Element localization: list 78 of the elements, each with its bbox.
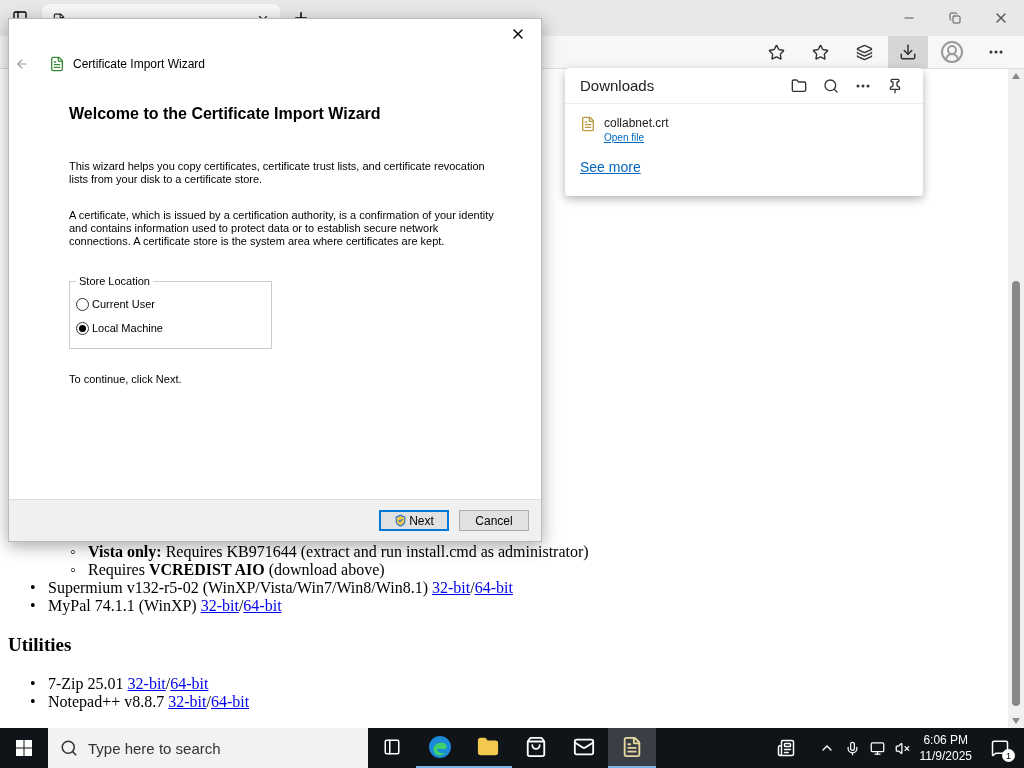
download-link[interactable]: 32-bit	[127, 675, 166, 692]
link-separator: /	[165, 675, 171, 692]
list-bullet: •	[30, 597, 37, 615]
instruction-text: To continue, click Next.	[69, 373, 183, 386]
description-text: This wizard helps you copy certificates, certificate trust lists, and certificate revocation lists from your disk to a certificate store.	[69, 160, 486, 186]
folder-icon	[791, 77, 807, 94]
download-link[interactable]: 64-bit	[243, 597, 282, 614]
certificate-icon	[621, 736, 643, 758]
list-item-text: Notepad++ v8.8.7	[48, 693, 165, 710]
browser-icon	[428, 735, 452, 759]
downloads-button[interactable]	[888, 36, 928, 68]
certificate-file-icon	[580, 116, 596, 132]
list-item-text: Supermium v132-r5-02 (WinXP/Vista/Win7/Win8/Win8.1)	[48, 579, 428, 596]
download-link[interactable]: 32-bit	[200, 597, 239, 614]
search-field[interactable]: Type here to search	[48, 728, 368, 768]
radio-label: Local Machine	[92, 321, 163, 335]
windows-icon	[16, 740, 32, 756]
more-icon	[989, 50, 1003, 54]
more-icon	[856, 83, 870, 88]
next-button[interactable]: Next	[379, 510, 449, 531]
wizard-heading: Welcome to the Certificate Import Wizard	[69, 107, 382, 120]
restore-icon	[949, 12, 961, 24]
taskbar-app[interactable]	[608, 728, 656, 768]
layers-icon	[855, 43, 873, 61]
microphone-icon[interactable]	[844, 740, 860, 756]
dialog-title: Certificate Import Wizard	[73, 57, 206, 71]
network-icon[interactable]	[869, 740, 885, 756]
download-link[interactable]: 32-bit	[168, 693, 207, 710]
list-item-text: 7-Zip 25.01	[48, 675, 124, 692]
notification-count: 1	[1002, 749, 1015, 762]
cancel-button[interactable]: Cancel	[459, 510, 529, 531]
see-more-link[interactable]: See more	[580, 159, 923, 175]
folder-icon	[477, 736, 499, 758]
search-icon	[60, 739, 78, 757]
notifications-button[interactable]: 1	[982, 728, 1018, 768]
list-bullet: ◦	[70, 543, 77, 561]
star-icon	[767, 43, 785, 61]
certificate-icon	[49, 56, 65, 72]
list-bullet: •	[30, 693, 37, 711]
avatar-icon	[940, 40, 964, 64]
scroll-up-icon[interactable]	[1012, 73, 1020, 79]
volume-muted-icon[interactable]	[894, 740, 910, 756]
link-separator: /	[470, 579, 475, 596]
link-separator: /	[238, 597, 244, 614]
news-icon[interactable]	[776, 739, 795, 757]
search-icon	[823, 77, 839, 94]
download-link[interactable]: 64-bit	[474, 579, 513, 596]
download-link[interactable]: 64-bit	[210, 693, 250, 710]
open-file-link[interactable]: Open file	[604, 132, 669, 143]
star-icon	[811, 43, 829, 61]
list-item-text: Requires VCREDIST AIO (download above)	[88, 561, 385, 578]
scroll-down-icon[interactable]	[1012, 718, 1020, 724]
scroll-thumb[interactable]	[1012, 281, 1020, 706]
download-link[interactable]: 64-bit	[170, 675, 209, 692]
clock[interactable]: 6:06 PM 11/9/2025	[919, 732, 972, 764]
panel-title: Downloads	[580, 77, 656, 94]
time-text: 6:06 PM	[923, 732, 969, 748]
list-item-text: MyPal 74.1.1 (WinXP)	[48, 597, 197, 614]
download-link[interactable]: 32-bit	[432, 579, 471, 596]
search-placeholder: Type here to search	[88, 739, 221, 757]
list-bullet: ◦	[70, 561, 77, 579]
mail-icon	[573, 736, 595, 758]
file-name: collabnet.crt	[604, 116, 669, 130]
speech-bubble-icon	[991, 739, 1009, 757]
shield-icon	[394, 514, 408, 527]
pin-icon	[887, 77, 903, 94]
list-bullet: •	[30, 579, 37, 597]
download-icon	[899, 43, 917, 61]
section-heading: Utilities	[8, 634, 73, 656]
link-separator: /	[206, 693, 211, 710]
list-bullet: •	[30, 675, 37, 693]
radio-label: Current User	[92, 297, 155, 311]
group-label: Store Location	[78, 275, 151, 288]
task-view-icon	[383, 738, 401, 756]
store-bag-icon	[525, 736, 547, 758]
list-item-text: Vista only: Requires KB971644 (extract and run install.cmd as administrator)	[88, 543, 589, 560]
description-text: A certificate, which is issued by a certification authority, is a confirmation of your identity and contains information used to protect data or to establish secure network connections. A certificate store is the system area where certificates are kept.	[69, 209, 495, 248]
date-text: 11/9/2025	[919, 748, 972, 764]
